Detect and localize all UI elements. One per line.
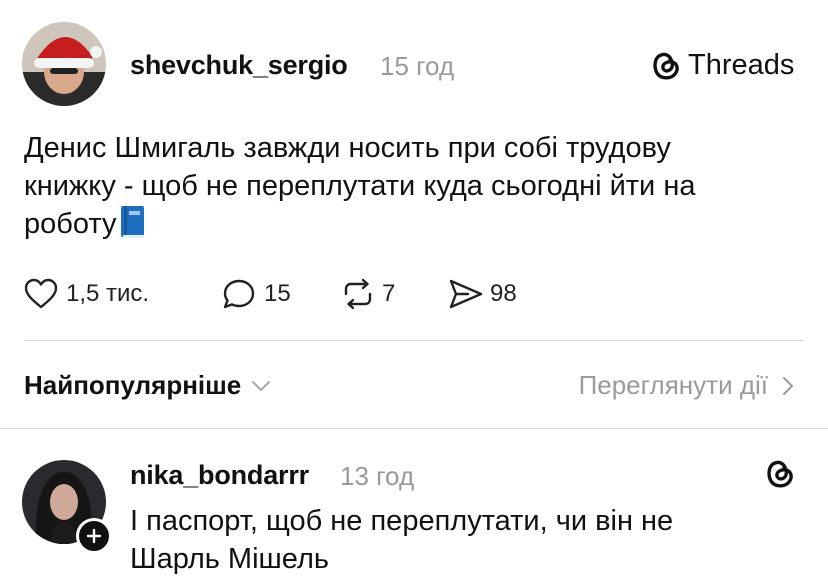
post-text-line-3-text: роботу [24,208,117,240]
reply-text-line-2: Шарль Мішель [130,543,329,575]
follow-plus-button[interactable] [76,518,112,554]
reply-text-line-1: І паспорт, щоб не переплутати, чи він не [130,505,674,537]
divider-bottom [0,428,828,429]
replies-count: 15 [264,280,291,307]
likes-count: 1,5 тис. [66,280,150,307]
blue-book-emoji [120,205,146,239]
threads-brand-label: Threads [688,48,795,81]
avatar-image [22,22,106,106]
divider-top [24,340,804,341]
threads-brand[interactable]: Threads [650,48,794,82]
comment-icon [222,278,256,310]
reply-author-username[interactable]: nika_bondarrr [130,460,309,491]
heart-icon [24,278,58,310]
chevron-right-icon [782,376,794,396]
post-text-line-2: книжку - щоб не переплутати куда сьогодн… [24,170,696,202]
threads-logo-icon [650,48,682,82]
reply-time: 13 год [340,461,415,491]
post-text-line-3: роботу [24,205,814,243]
threads-small-logo-icon[interactable] [764,456,796,490]
reply-text: І паспорт, щоб не переплутати, чи він не… [130,502,810,578]
reposts-count: 7 [382,280,396,307]
post-time: 15 год [380,51,455,81]
post-text-line-1: Денис Шмигаль завжди носить при собі тру… [24,132,671,164]
plus-icon [86,528,102,544]
author-avatar[interactable] [22,22,106,106]
post-text: Денис Шмигаль завжди носить при собі тру… [24,129,814,243]
view-activity-label: Переглянути дії [578,370,768,400]
like-button[interactable]: 1,5 тис. [24,278,149,310]
repost-button[interactable]: 7 [340,278,395,310]
reply-button[interactable]: 15 [222,278,291,310]
repost-icon [340,278,376,310]
sort-dropdown[interactable]: Найпопулярніше [24,370,271,401]
sort-label: Найпопулярніше [24,370,242,400]
share-button[interactable]: 98 [448,278,517,310]
post-author-username[interactable]: shevchuk_sergio [130,50,348,81]
shares-count: 98 [490,280,517,307]
view-activity-link[interactable]: Переглянути дії [579,370,794,401]
send-icon [448,278,484,310]
chevron-down-icon [251,379,271,393]
